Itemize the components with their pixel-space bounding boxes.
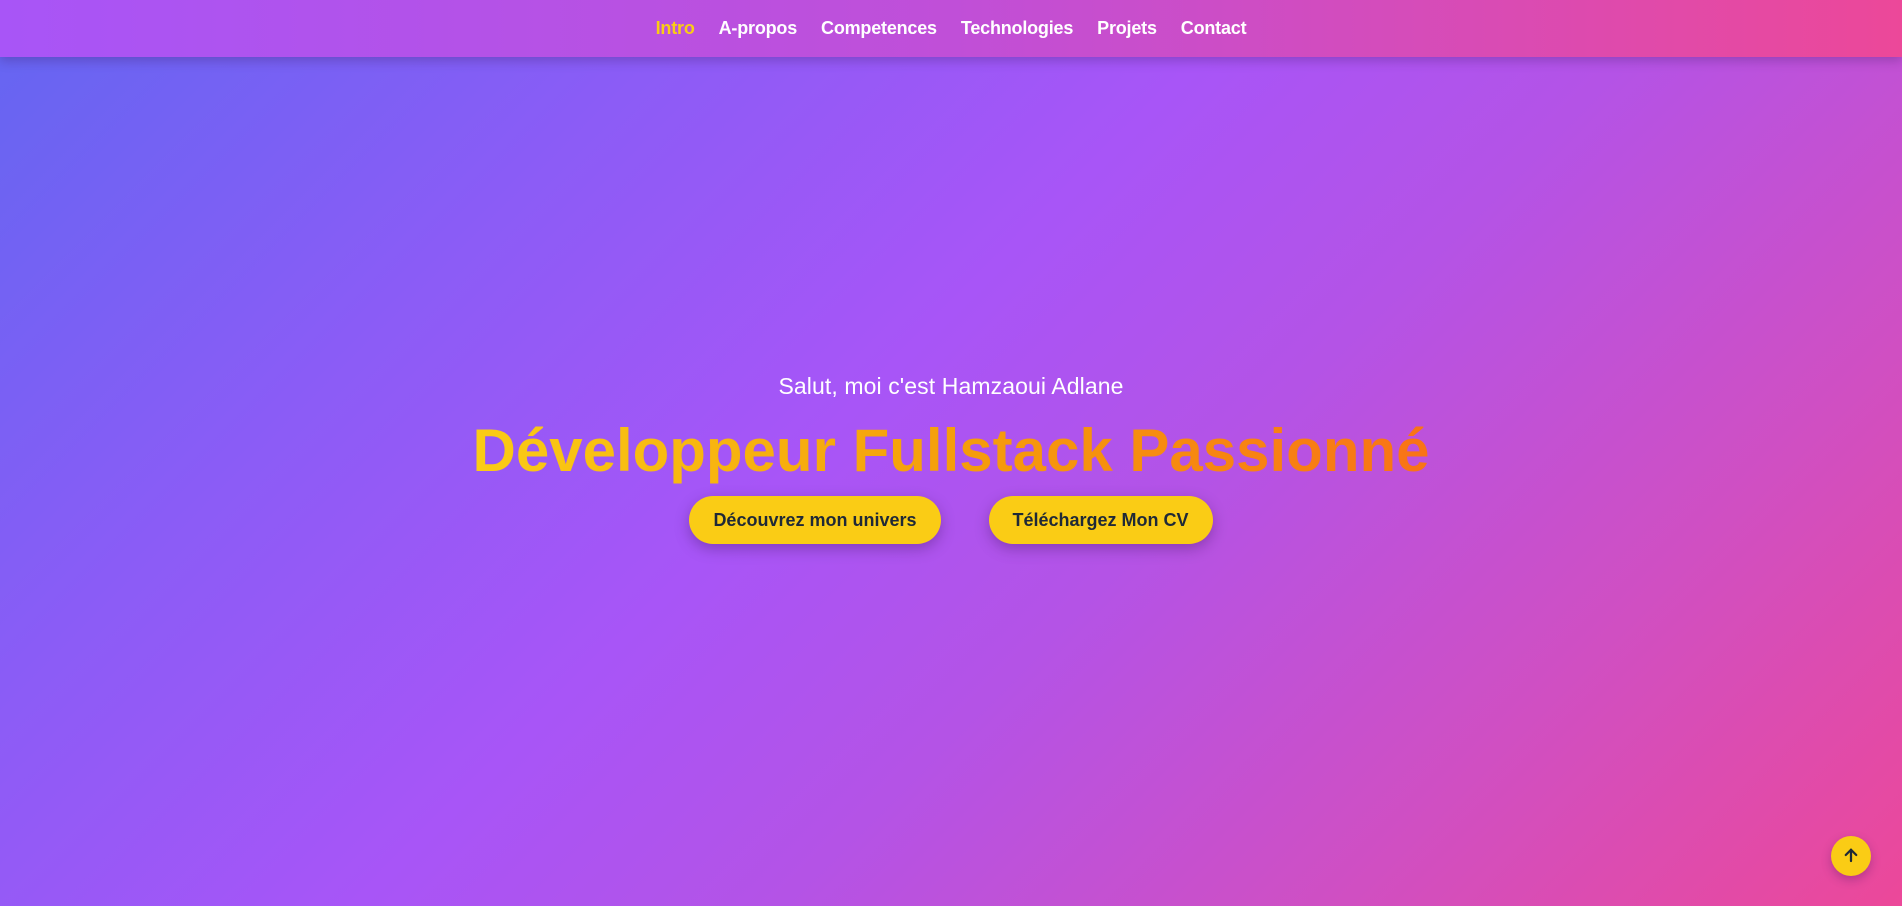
hero-section: Salut, moi c'est Hamzaoui Adlane Dévelop… <box>0 0 1902 906</box>
hero-title: Développeur Fullstack Passionné <box>472 417 1430 484</box>
hero-actions: Découvrez mon univers Téléchargez Mon CV <box>689 496 1213 544</box>
download-cv-button[interactable]: Téléchargez Mon CV <box>988 496 1213 544</box>
scroll-to-top-button[interactable] <box>1831 836 1871 876</box>
arrow-up-icon <box>1842 846 1860 867</box>
hero-intro-text: Salut, moi c'est Hamzaoui Adlane <box>778 373 1124 399</box>
discover-button[interactable]: Découvrez mon univers <box>689 496 941 544</box>
